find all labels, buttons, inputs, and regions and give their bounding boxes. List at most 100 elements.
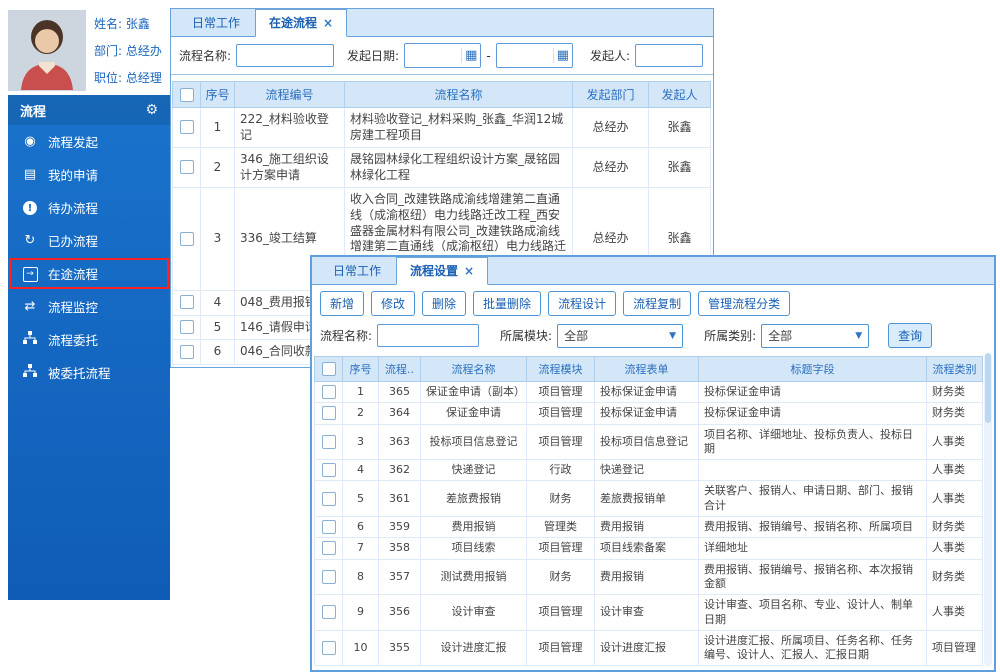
search-button[interactable]: 查询 — [888, 323, 932, 348]
header-code: 流程编号 — [235, 82, 345, 108]
tab-process-settings[interactable]: 流程设置× — [396, 257, 488, 285]
tab-in-transit[interactable]: 在途流程× — [255, 9, 347, 37]
select-all-cell — [173, 82, 201, 108]
table-row[interactable]: 6 359 费用报销 管理类 费用报销 费用报销、报销编号、报销名称、所属项目 … — [315, 517, 983, 538]
table-row[interactable]: 3 363 投标项目信息登记 项目管理 投标项目信息登记 项目名称、详细地址、投… — [315, 424, 983, 460]
toolbar-button[interactable]: 修改 — [371, 291, 415, 316]
profile-position: 职位: 总经理 — [94, 69, 162, 86]
sidebar-item-done-processes[interactable]: ↻ 已办流程 — [8, 224, 170, 257]
process-name-input[interactable] — [377, 324, 479, 347]
row-checkbox[interactable] — [322, 406, 336, 420]
process-settings-window: 日常工作 流程设置× 新增 修改 删除 批量删除 流程设计 流程复制 管理流程分… — [310, 255, 996, 672]
table-row[interactable]: 2 364 保证金申请 项目管理 投标保证金申请 投标保证金申请 财务类 — [315, 403, 983, 424]
calendar-icon[interactable]: ▦ — [461, 48, 480, 63]
module-select[interactable]: 全部 ▼ — [557, 324, 683, 348]
sidebar-item-label: 我的申请 — [48, 165, 98, 184]
checkbox-cell — [315, 424, 343, 460]
cell-module: 项目管理 — [527, 424, 595, 460]
table-row[interactable]: 4 362 快递登记 行政 快递登记 人事类 — [315, 460, 983, 481]
checkbox-cell — [173, 148, 201, 188]
overlay-table-wrap: 序号 流程.. 流程名称 流程模块 流程表单 标题字段 流程类别 1 — [312, 356, 994, 670]
cell-name: 费用报销 — [421, 517, 527, 538]
table-row[interactable]: 9 356 设计审查 项目管理 设计审查 设计审查、项目名称、专业、设计人、制单… — [315, 595, 983, 631]
cell-no: 5 — [343, 481, 379, 517]
initiator-input[interactable] — [635, 44, 703, 67]
toolbar-button[interactable]: 新增 — [320, 291, 364, 316]
process-name-input[interactable] — [236, 44, 334, 67]
vertical-scrollbar[interactable] — [984, 353, 992, 666]
row-checkbox[interactable] — [322, 492, 336, 506]
cell-title-field: 设计进度汇报、所属项目、任务名称、任务编号、设计人、汇报人、汇报日期 — [699, 630, 927, 666]
cell-name: 快递登记 — [421, 460, 527, 481]
sidebar-item-delegated-processes[interactable]: 被委托流程 — [8, 356, 170, 389]
scrollbar-thumb[interactable] — [985, 353, 991, 423]
start-date-from-input[interactable] — [405, 46, 461, 65]
monitor-icon: ⇄ — [22, 299, 38, 314]
table-row[interactable]: 10 355 设计进度汇报 项目管理 设计进度汇报 设计进度汇报、所属项目、任务… — [315, 630, 983, 666]
table-row[interactable]: 5 361 差旅费报销 财务 差旅费报销单 关联客户、报销人、申请日期、部门、报… — [315, 481, 983, 517]
sidebar-item-label: 流程发起 — [48, 132, 98, 151]
sitemap-icon — [22, 331, 38, 349]
row-checkbox[interactable] — [322, 541, 336, 555]
start-date-from: ▦ — [404, 43, 481, 68]
toolbar-button[interactable]: 流程设计 — [548, 291, 616, 316]
row-checkbox[interactable] — [322, 570, 336, 584]
row-checkbox[interactable] — [180, 295, 194, 309]
row-checkbox[interactable] — [322, 520, 336, 534]
cell-no: 10 — [343, 630, 379, 666]
start-date-to-input[interactable] — [497, 46, 553, 65]
row-checkbox[interactable] — [322, 641, 336, 655]
cell-code: 346_施工组织设计方案申请 — [235, 148, 345, 188]
row-checkbox[interactable] — [322, 385, 336, 399]
calendar-icon[interactable]: ▦ — [553, 48, 572, 63]
row-checkbox[interactable] — [322, 463, 336, 477]
gear-icon[interactable]: ⚙ — [145, 102, 158, 118]
header-title-field: 标题字段 — [699, 357, 927, 382]
row-checkbox[interactable] — [180, 232, 194, 246]
sidebar-item-process-monitor[interactable]: ⇄ 流程监控 — [8, 290, 170, 323]
table-row[interactable]: 1 222_材料验收登记 材料验收登记_材料采购_张鑫_华润12城房建工程项目 … — [173, 108, 711, 148]
header-no: 序号 — [201, 82, 235, 108]
row-checkbox[interactable] — [180, 345, 194, 359]
cell-module: 项目管理 — [527, 538, 595, 559]
category-select[interactable]: 全部 ▼ — [761, 324, 869, 348]
close-icon[interactable]: × — [464, 264, 474, 278]
main-tabbar: 日常工作 在途流程× — [171, 9, 713, 37]
select-all-checkbox[interactable] — [322, 362, 336, 376]
sidebar-item-process-delegate[interactable]: 流程委托 — [8, 323, 170, 356]
row-checkbox[interactable] — [322, 435, 336, 449]
tab-daily-work[interactable]: 日常工作 — [179, 10, 253, 36]
checkbox-cell — [315, 559, 343, 595]
cell-no: 3 — [343, 424, 379, 460]
select-all-checkbox[interactable] — [180, 88, 194, 102]
process-settings-table: 序号 流程.. 流程名称 流程模块 流程表单 标题字段 流程类别 1 — [314, 356, 983, 666]
table-row[interactable]: 7 358 项目线索 项目管理 项目线索备案 详细地址 人事类 — [315, 538, 983, 559]
table-row[interactable]: 1 365 保证金申请（副本） 项目管理 投标保证金申请 投标保证金申请 财务类 — [315, 382, 983, 403]
cell-name: 保证金申请 — [421, 403, 527, 424]
table-row[interactable]: 2 346_施工组织设计方案申请 晟铭园林绿化工程组织设计方案_晟铭园林绿化工程… — [173, 148, 711, 188]
cell-form: 投标项目信息登记 — [595, 424, 699, 460]
row-checkbox[interactable] — [322, 605, 336, 619]
cell-no: 2 — [343, 403, 379, 424]
chevron-down-icon: ▼ — [669, 331, 676, 341]
cell-title-field: 项目名称、详细地址、投标负责人、投标日期 — [699, 424, 927, 460]
row-checkbox[interactable] — [180, 160, 194, 174]
cell-no: 6 — [201, 340, 235, 365]
sidebar-item-process-initiate[interactable]: ◉ 流程发起 — [8, 125, 170, 158]
toolbar-button[interactable]: 批量删除 — [473, 291, 541, 316]
sidebar-item-todo-processes[interactable]: ! 待办流程 — [8, 191, 170, 224]
cell-name: 测试费用报销 — [421, 559, 527, 595]
toolbar-button[interactable]: 流程复制 — [623, 291, 691, 316]
cell-title-field: 关联客户、报销人、申请日期、部门、报销合计 — [699, 481, 927, 517]
profile-info: 姓名: 张鑫 部门: 总经办 职位: 总经理 — [94, 15, 162, 86]
toolbar-button[interactable]: 删除 — [422, 291, 466, 316]
close-icon[interactable]: × — [323, 16, 333, 30]
toolbar-button[interactable]: 管理流程分类 — [698, 291, 790, 316]
cell-no: 1 — [201, 108, 235, 148]
sidebar-item-my-applications[interactable]: ▤ 我的申请 — [8, 158, 170, 191]
row-checkbox[interactable] — [180, 120, 194, 134]
sidebar-item-in-transit-processes[interactable]: → 在途流程 — [8, 257, 170, 290]
table-row[interactable]: 8 357 测试费用报销 财务 费用报销 费用报销、报销编号、报销名称、本次报销… — [315, 559, 983, 595]
row-checkbox[interactable] — [180, 320, 194, 334]
tab-daily-work[interactable]: 日常工作 — [320, 258, 394, 284]
